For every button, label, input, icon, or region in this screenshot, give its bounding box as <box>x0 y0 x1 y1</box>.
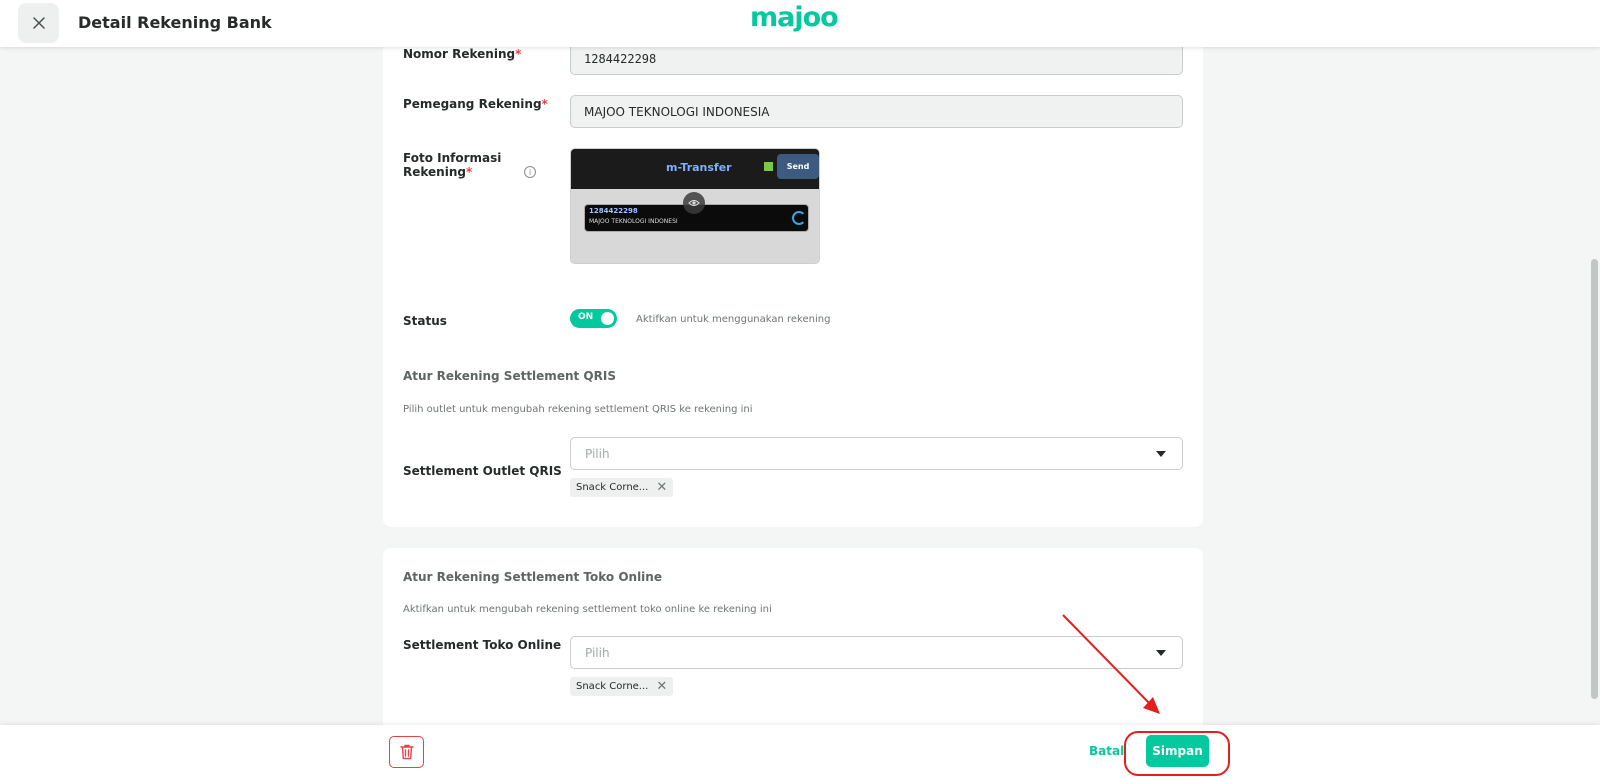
cancel-button[interactable]: Batal <box>1089 744 1124 758</box>
delete-button[interactable] <box>389 736 424 768</box>
qris-outlet-placeholder: Pilih <box>585 446 610 461</box>
chip-remove-icon[interactable]: ✕ <box>656 481 667 494</box>
chip-remove-icon[interactable]: ✕ <box>656 680 667 693</box>
scrollbar-thumb[interactable] <box>1591 259 1598 699</box>
qris-section-desc: Pilih outlet untuk mengubah rekening set… <box>403 404 753 415</box>
vertical-scrollbar[interactable] <box>1589 47 1598 725</box>
account-number-label: Nomor Rekening* <box>403 47 522 61</box>
chip-label: Snack Corne... <box>576 482 649 493</box>
qris-outlet-chip: Snack Corne... ✕ <box>570 478 674 497</box>
online-store-placeholder: Pilih <box>585 645 610 660</box>
preview-eye-icon[interactable] <box>683 192 705 214</box>
online-section-title: Atur Rekening Settlement Toko Online <box>403 570 662 584</box>
majoo-logo: majoo <box>750 2 839 33</box>
close-button[interactable] <box>18 3 59 43</box>
trash-icon <box>399 744 414 760</box>
chip-label: Snack Corne... <box>576 681 649 692</box>
qris-outlet-label: Settlement Outlet QRIS <box>403 464 562 478</box>
annotation-highlight-ring <box>1124 731 1230 776</box>
footer-bar: Batal Simpan <box>0 725 1600 779</box>
qris-outlet-select[interactable]: Pilih <box>570 437 1183 470</box>
account-number-field[interactable]: 1284422298 <box>570 47 1183 75</box>
online-settlement-card: Atur Rekening Settlement Toko Online Akt… <box>383 548 1203 725</box>
account-holder-label: Pemegang Rekening* <box>403 97 548 111</box>
account-photo-thumbnail[interactable]: m-Transfer Send 1284422298 MAJOO TEKNOLO… <box>570 148 820 264</box>
info-icon[interactable]: i <box>524 166 536 178</box>
photo-status-square <box>764 162 773 171</box>
status-label: Status <box>403 314 447 328</box>
caret-down-icon <box>1156 650 1166 656</box>
qris-section-title: Atur Rekening Settlement QRIS <box>403 369 616 383</box>
account-photo-label: Foto Informasi Rekening* <box>403 151 502 179</box>
top-bar: Detail Rekening Bank majoo <box>0 0 1600 47</box>
status-description: Aktifkan untuk menggunakan rekening <box>636 314 831 325</box>
photo-app-title: m-Transfer <box>666 161 732 174</box>
photo-send-label: Send <box>777 154 819 179</box>
photo-spinner-icon <box>792 211 806 225</box>
photo-account-name: MAJOO TEKNOLOGI INDONESI <box>589 218 678 225</box>
online-store-select[interactable]: Pilih <box>570 636 1183 669</box>
content-area: Nomor Rekening* 1284422298 Pemegang Reke… <box>0 47 1600 725</box>
account-card: Nomor Rekening* 1284422298 Pemegang Reke… <box>383 47 1203 372</box>
qris-settlement-card: Atur Rekening Settlement QRIS Pilih outl… <box>383 346 1203 527</box>
account-number-value: 1284422298 <box>584 51 657 66</box>
caret-down-icon <box>1156 451 1166 457</box>
toggle-on-text: ON <box>578 312 594 322</box>
online-section-desc: Aktifkan untuk mengubah rekening settlem… <box>403 604 772 615</box>
account-holder-field[interactable]: MAJOO TEKNOLOGI INDONESIA <box>570 95 1183 128</box>
page-title: Detail Rekening Bank <box>78 13 272 32</box>
account-holder-value: MAJOO TEKNOLOGI INDONESIA <box>584 104 770 119</box>
online-store-chip: Snack Corne... ✕ <box>570 677 674 696</box>
online-store-label: Settlement Toko Online <box>403 638 562 652</box>
close-icon <box>32 17 45 29</box>
photo-account-number: 1284422298 <box>589 207 638 215</box>
status-toggle[interactable]: ON <box>570 309 617 328</box>
toggle-knob <box>601 312 614 325</box>
